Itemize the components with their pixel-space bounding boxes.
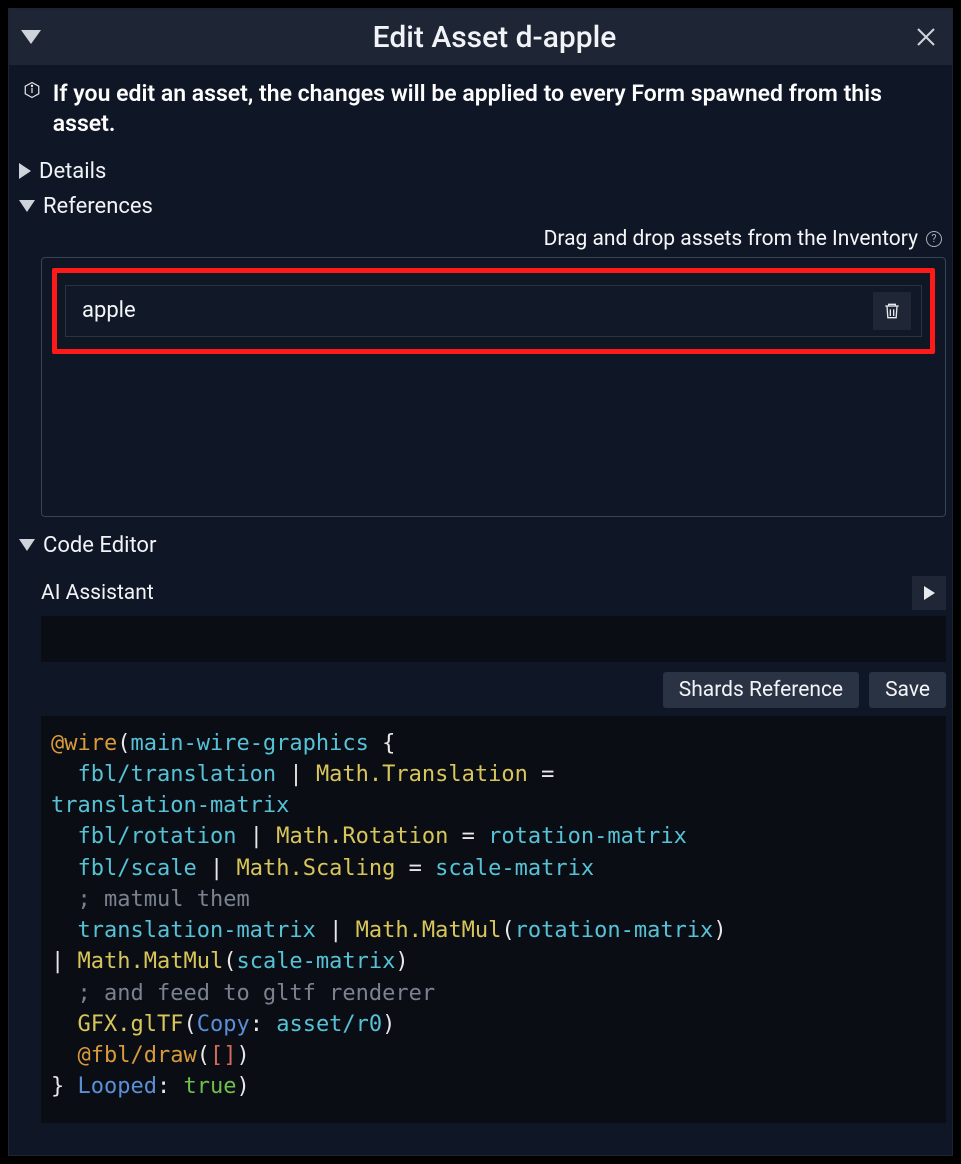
reference-item-highlight: apple <box>52 268 935 354</box>
code-editor-area: AI Assistant Shards Reference Save @wire… <box>41 572 946 1123</box>
code-editor-buttons: Shards Reference Save <box>41 672 946 708</box>
reference-item-name: apple <box>76 298 873 323</box>
info-icon <box>21 79 43 101</box>
ai-run-button[interactable] <box>912 576 946 610</box>
edit-asset-panel: Edit Asset d-apple If you edit an asset,… <box>8 8 953 1156</box>
reference-item[interactable]: apple <box>65 285 922 337</box>
play-icon <box>924 586 935 600</box>
titlebar: Edit Asset d-apple <box>9 9 952 65</box>
delete-reference-button[interactable] <box>873 292 911 330</box>
chevron-right-icon <box>19 163 31 179</box>
section-details[interactable]: Details <box>15 157 946 186</box>
shards-reference-button[interactable]: Shards Reference <box>663 672 859 708</box>
chevron-down-icon <box>19 200 35 212</box>
section-details-label: Details <box>39 159 106 184</box>
ai-assistant-label: AI Assistant <box>41 581 912 605</box>
section-references-label: References <box>43 194 153 219</box>
close-button[interactable] <box>912 23 940 51</box>
chevron-down-icon <box>19 539 35 551</box>
ai-assistant-row: AI Assistant <box>41 572 946 616</box>
section-references[interactable]: References <box>15 192 946 221</box>
save-button[interactable]: Save <box>869 672 946 708</box>
references-hint-row: Drag and drop assets from the Inventory … <box>41 227 946 251</box>
section-code-editor-label: Code Editor <box>43 533 156 558</box>
help-icon[interactable]: ? <box>926 231 942 247</box>
references-area: Drag and drop assets from the Inventory … <box>41 227 946 517</box>
collapse-panel-icon[interactable] <box>21 30 41 44</box>
references-dropzone[interactable]: apple <box>41 257 946 517</box>
section-code-editor[interactable]: Code Editor <box>15 531 946 560</box>
code-textarea[interactable]: @wire(main-wire-graphics { fbl/translati… <box>41 716 946 1123</box>
panel-title: Edit Asset d-apple <box>49 20 940 55</box>
references-hint: Drag and drop assets from the Inventory <box>544 227 918 251</box>
info-row: If you edit an asset, the changes will b… <box>15 75 946 157</box>
info-text: If you edit an asset, the changes will b… <box>53 79 942 139</box>
ai-assistant-input[interactable] <box>41 616 946 662</box>
